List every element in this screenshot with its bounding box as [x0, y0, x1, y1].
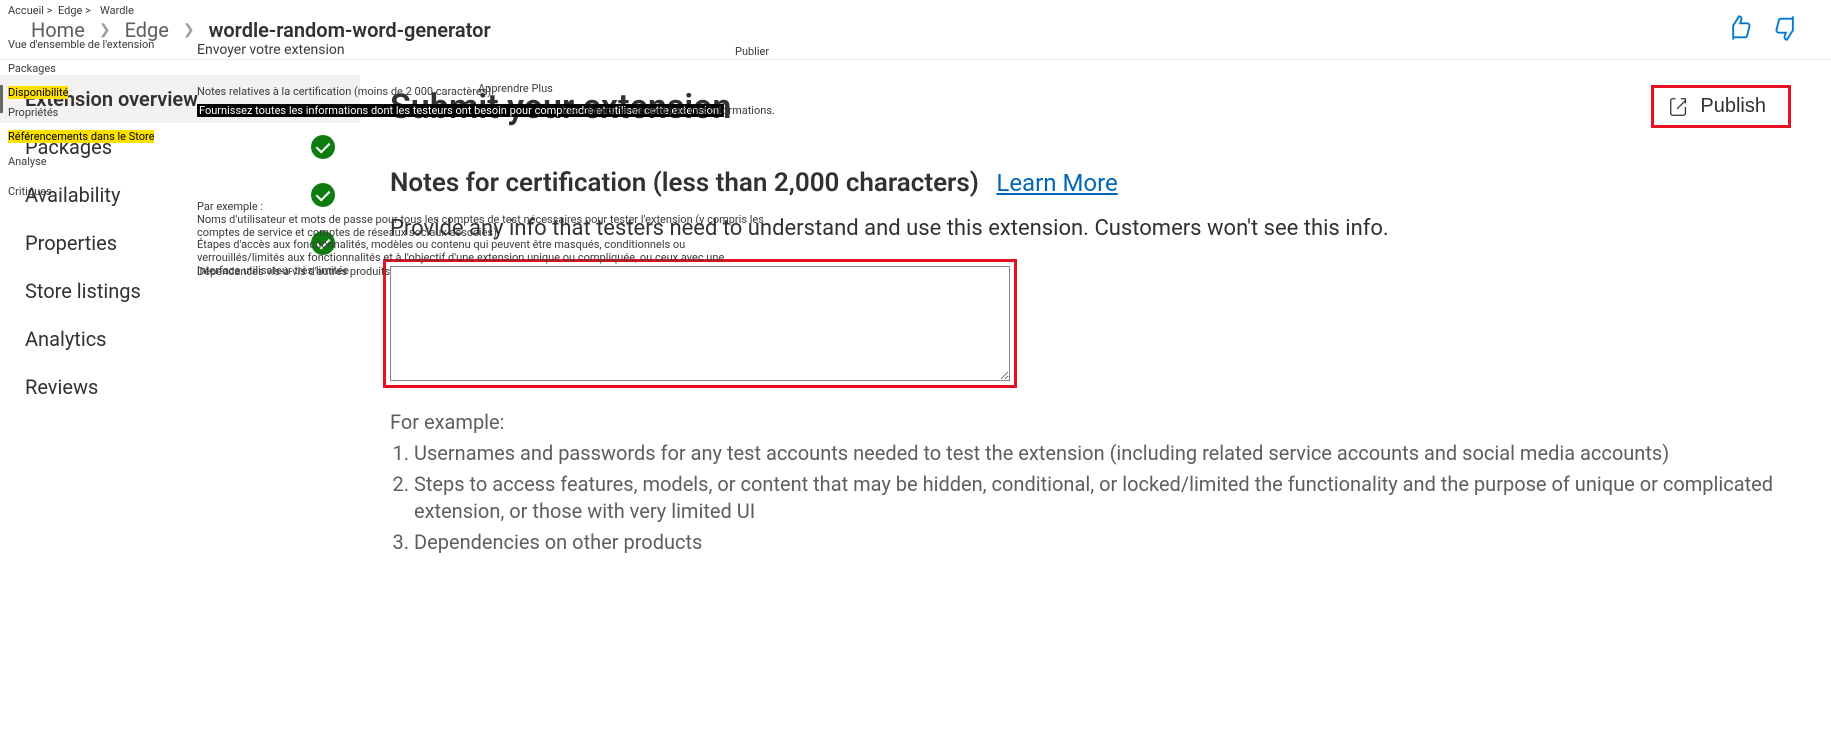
page-title: Submit your extension [390, 87, 731, 127]
sidebar-item-reviews[interactable]: Reviews [0, 363, 360, 411]
chevron-right-icon: ❯ [183, 22, 195, 38]
publish-button[interactable]: Publish [1651, 85, 1791, 128]
example-intro: For example: [390, 410, 1791, 434]
learn-more-link[interactable]: Learn More [996, 169, 1117, 197]
check-icon [311, 183, 335, 207]
top-bar: Home ❯ Edge ❯ wordle-random-word-generat… [0, 0, 1831, 60]
sidebar-item-availability[interactable]: Availability [0, 171, 360, 219]
certification-notes-input[interactable] [390, 266, 1010, 381]
certification-section: Notes for certification (less than 2,000… [390, 168, 1791, 556]
sidebar-item-overview[interactable]: Extension overview [0, 75, 360, 123]
example-item: Dependencies on other products [414, 529, 1791, 556]
sidebar-item-label: Analytics [25, 327, 107, 351]
check-icon [311, 231, 335, 255]
sidebar: Extension overview Packages Availability… [0, 60, 360, 600]
sidebar-item-label: Extension overview [25, 87, 198, 111]
breadcrumb: Home ❯ Edge ❯ wordle-random-word-generat… [0, 18, 491, 42]
feedback-icons [1725, 14, 1801, 46]
breadcrumb-home[interactable]: Home [31, 18, 85, 42]
sidebar-item-label: Availability [25, 183, 120, 207]
section-heading: Notes for certification (less than 2,000… [390, 168, 979, 198]
sidebar-item-properties[interactable]: Properties [0, 219, 360, 267]
sidebar-item-label: Store listings [25, 279, 141, 303]
check-icon [311, 135, 335, 159]
breadcrumb-current: wordle-random-word-generator [209, 18, 491, 42]
example-item: Usernames and passwords for any test acc… [414, 440, 1791, 467]
sidebar-item-label: Packages [25, 135, 112, 159]
main-panel: Submit your extension Publish Notes for … [360, 60, 1831, 600]
sidebar-item-analytics[interactable]: Analytics [0, 315, 360, 363]
section-subtext: Provide any info that testers need to un… [390, 216, 1791, 241]
sidebar-item-packages[interactable]: Packages [0, 123, 360, 171]
example-item: Steps to access features, models, or con… [414, 471, 1791, 525]
sidebar-item-label: Reviews [25, 375, 98, 399]
chevron-right-icon: ❯ [99, 22, 111, 38]
content-layout: Extension overview Packages Availability… [0, 60, 1831, 600]
publish-icon [1668, 96, 1690, 118]
publish-button-label: Publish [1700, 95, 1766, 118]
thumbs-up-icon[interactable] [1725, 14, 1753, 46]
main-header: Submit your extension Publish [390, 85, 1791, 128]
example-block: For example: Usernames and passwords for… [390, 410, 1791, 556]
thumbs-down-icon[interactable] [1773, 14, 1801, 46]
breadcrumb-edge[interactable]: Edge [125, 18, 169, 42]
sidebar-item-label: Properties [25, 231, 117, 255]
sidebar-item-store-listings[interactable]: Store listings [0, 267, 360, 315]
